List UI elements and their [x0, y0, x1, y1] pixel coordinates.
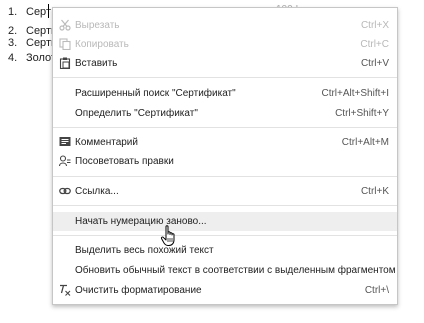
- menu-item-label: Вырезать: [75, 20, 120, 31]
- menu-item-label: Начать нумерацию заново...: [75, 216, 207, 227]
- menu-item-shortcut: Ctrl+V: [360, 58, 389, 69]
- menu-item-advanced-search[interactable]: Расширенный поиск "Сертификат" Ctrl+Alt+…: [53, 84, 397, 103]
- menu-item-cut[interactable]: Вырезать Ctrl+X: [53, 16, 397, 35]
- menu-item-shortcut: Ctrl+\: [364, 285, 389, 296]
- menu-item-comment[interactable]: Комментарий Ctrl+Alt+M: [53, 133, 397, 152]
- menu-item-label: Копировать: [75, 39, 129, 50]
- menu-item-label: Выделить весь похожий текст: [75, 245, 214, 256]
- menu-separator: [53, 77, 397, 78]
- list-number: 1.: [8, 6, 18, 18]
- menu-item-label: Обновить обычный текст в соответствии с …: [75, 265, 396, 276]
- scissors-icon: [59, 19, 71, 31]
- menu-item-shortcut: Ctrl+X: [360, 20, 389, 31]
- clear-formatting-icon: [60, 284, 71, 296]
- menu-item-label: Посоветовать правки: [75, 156, 174, 167]
- menu-item-restart-numbering[interactable]: Начать нумерацию заново...: [53, 212, 397, 231]
- menu-item-label: Ссылка...: [75, 186, 119, 197]
- clipboard-icon: [59, 57, 71, 69]
- menu-separator: [53, 127, 397, 128]
- menu-item-link[interactable]: Ссылка... Ctrl+K: [53, 182, 397, 201]
- menu-item-clear-formatting[interactable]: Очистить форматирование Ctrl+\: [53, 281, 397, 300]
- menu-item-label: Комментарий: [75, 137, 138, 148]
- menu-item-shortcut: Ctrl+Alt+Shift+I: [321, 88, 389, 99]
- list-item[interactable]: 1. Серт: [8, 3, 51, 21]
- menu-item-shortcut: Ctrl+Shift+Y: [335, 108, 389, 119]
- list-item[interactable]: 4. Золот: [8, 49, 56, 67]
- menu-item-label: Очистить форматирование: [75, 285, 202, 296]
- menu-separator: [53, 235, 397, 236]
- menu-item-shortcut: Ctrl+Alt+M: [341, 137, 389, 148]
- menu-item-shortcut: Ctrl+K: [360, 186, 389, 197]
- menu-separator: [53, 205, 397, 206]
- menu-item-paste[interactable]: Вставить Ctrl+V: [53, 54, 397, 73]
- hand-pointer-icon: [160, 225, 175, 246]
- suggest-edits-icon: [59, 155, 71, 167]
- menu-item-label: Расширенный поиск "Сертификат": [75, 88, 236, 99]
- comment-icon: [59, 137, 71, 146]
- menu-item-define[interactable]: Определить "Сертификат" Ctrl+Shift+Y: [53, 104, 397, 123]
- menu-item-label: Определить "Сертификат": [75, 108, 198, 119]
- menu-item-label: Вставить: [75, 58, 118, 69]
- copy-icon: [59, 38, 71, 50]
- menu-item-copy[interactable]: Копировать Ctrl+C: [53, 35, 397, 54]
- menu-item-suggest-edits[interactable]: Посоветовать правки: [53, 152, 397, 171]
- menu-separator: [53, 176, 397, 177]
- menu-item-shortcut: Ctrl+C: [360, 39, 389, 50]
- link-icon: [59, 187, 71, 195]
- text-cursor: [48, 4, 49, 18]
- menu-item-update-style[interactable]: Обновить обычный текст в соответствии с …: [53, 261, 397, 280]
- list-number: 4.: [8, 52, 18, 64]
- menu-item-select-similar[interactable]: Выделить весь похожий текст: [53, 241, 397, 260]
- context-menu: Вырезать Ctrl+X Копировать Ctrl+C Встави…: [52, 7, 398, 305]
